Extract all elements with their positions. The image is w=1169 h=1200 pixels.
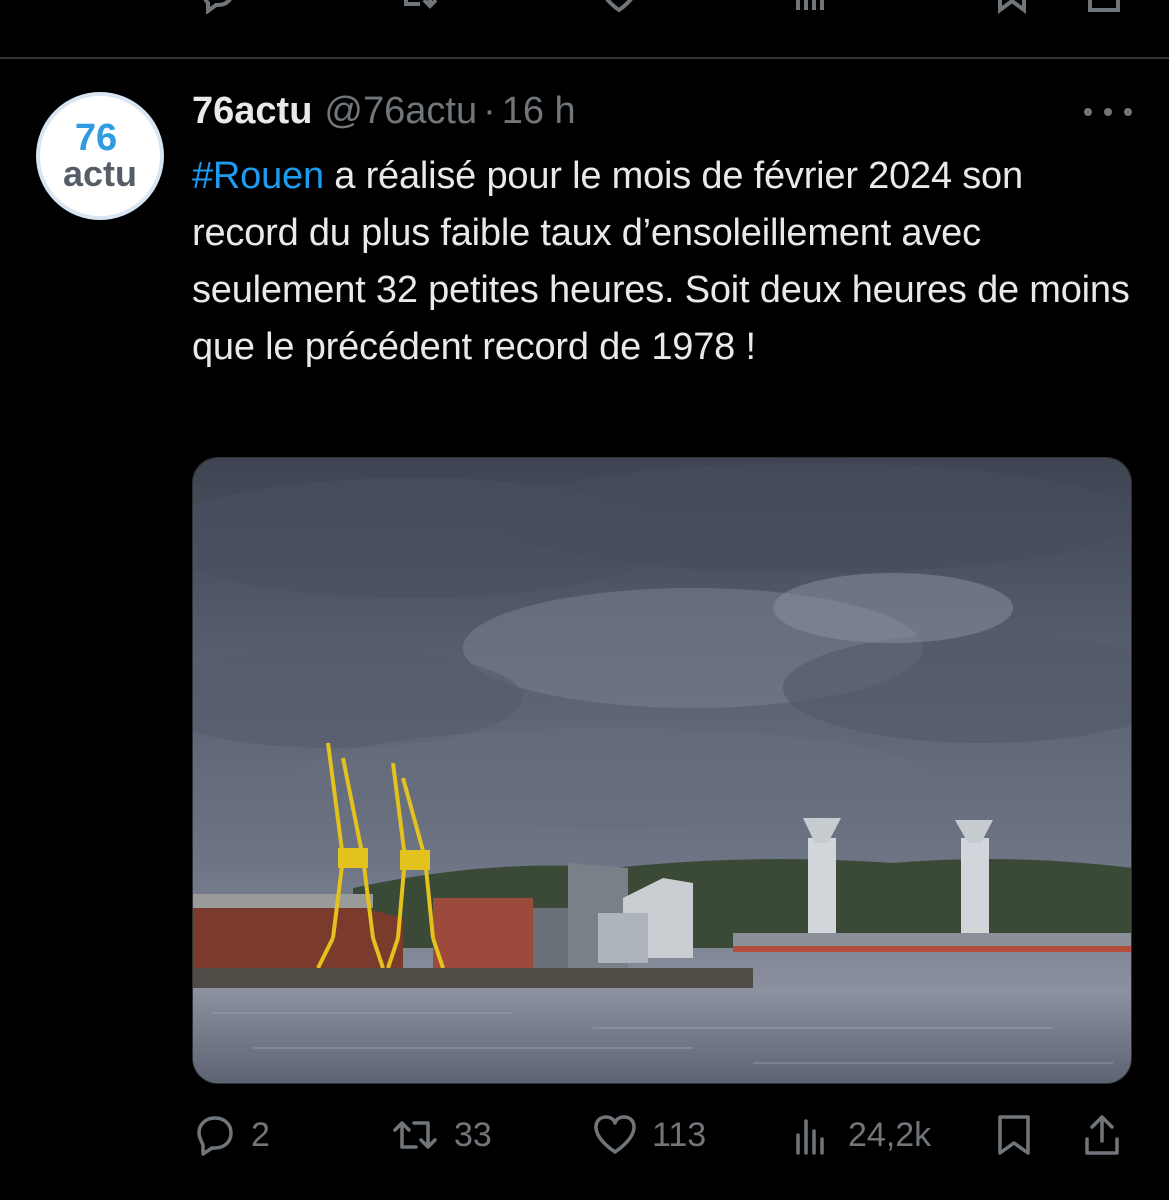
share-icon bbox=[1085, 1115, 1119, 1155]
hashtag-link[interactable]: #Rouen bbox=[192, 155, 324, 197]
author-name[interactable]: 76actu bbox=[192, 90, 312, 133]
tweet-header: 76actu @76actu · 16 h bbox=[192, 90, 576, 138]
avatar[interactable]: 76 actu bbox=[36, 92, 164, 220]
more-dot bbox=[1124, 108, 1132, 116]
previous-retweet-button[interactable] bbox=[396, 0, 440, 14]
previous-reply-button[interactable] bbox=[198, 0, 238, 14]
avatar-text-actu: actu bbox=[62, 153, 138, 194]
views-icon bbox=[796, 0, 824, 10]
reply-count: 2 bbox=[251, 1115, 270, 1154]
retweet-icon bbox=[404, 0, 438, 9]
tweet-timestamp[interactable]: 16 h bbox=[502, 90, 576, 133]
previous-views-button[interactable] bbox=[792, 0, 832, 14]
bookmark-icon bbox=[998, 1115, 1030, 1155]
separator-dot: · bbox=[483, 90, 496, 132]
like-icon bbox=[594, 1115, 636, 1154]
more-dot bbox=[1084, 108, 1092, 116]
tweet-action-bar: 2 33 113 24,2k bbox=[0, 1110, 1169, 1160]
reply-button[interactable]: 2 bbox=[193, 1110, 270, 1160]
views-button[interactable]: 24,2k bbox=[790, 1110, 931, 1160]
avatar-text-76: 76 bbox=[74, 117, 118, 159]
previous-share-button[interactable] bbox=[1084, 0, 1124, 14]
retweet-button[interactable]: 33 bbox=[390, 1110, 492, 1160]
more-options-button[interactable] bbox=[1084, 100, 1132, 124]
author-handle[interactable]: @76actu bbox=[324, 90, 477, 133]
share-button[interactable] bbox=[1082, 1110, 1122, 1160]
tweet-photo[interactable] bbox=[192, 457, 1132, 1084]
views-count: 24,2k bbox=[848, 1115, 932, 1154]
reply-icon bbox=[197, 1116, 233, 1156]
previous-like-button[interactable] bbox=[598, 0, 640, 14]
photo-rouen-port-cloudy bbox=[193, 458, 1131, 1083]
previous-bookmark-button[interactable] bbox=[992, 0, 1032, 14]
views-icon bbox=[796, 1119, 824, 1155]
like-button[interactable]: 113 bbox=[592, 1110, 706, 1160]
previous-tweet-action-bar bbox=[0, 0, 1169, 18]
retweet-count: 33 bbox=[454, 1115, 492, 1154]
tweet-body: a réalisé pour le mois de février 2024 s… bbox=[192, 155, 1130, 368]
reply-icon bbox=[203, 0, 232, 14]
more-dot bbox=[1104, 108, 1112, 116]
tweet-text: #Rouen a réalisé pour le mois de février… bbox=[192, 148, 1132, 376]
bookmark-button[interactable] bbox=[994, 1110, 1034, 1160]
tweet-divider bbox=[0, 57, 1169, 59]
like-count: 113 bbox=[652, 1115, 707, 1154]
retweet-icon bbox=[393, 1121, 437, 1149]
bookmark-icon bbox=[998, 0, 1026, 14]
like-icon bbox=[605, 0, 633, 13]
share-icon bbox=[1088, 0, 1120, 12]
